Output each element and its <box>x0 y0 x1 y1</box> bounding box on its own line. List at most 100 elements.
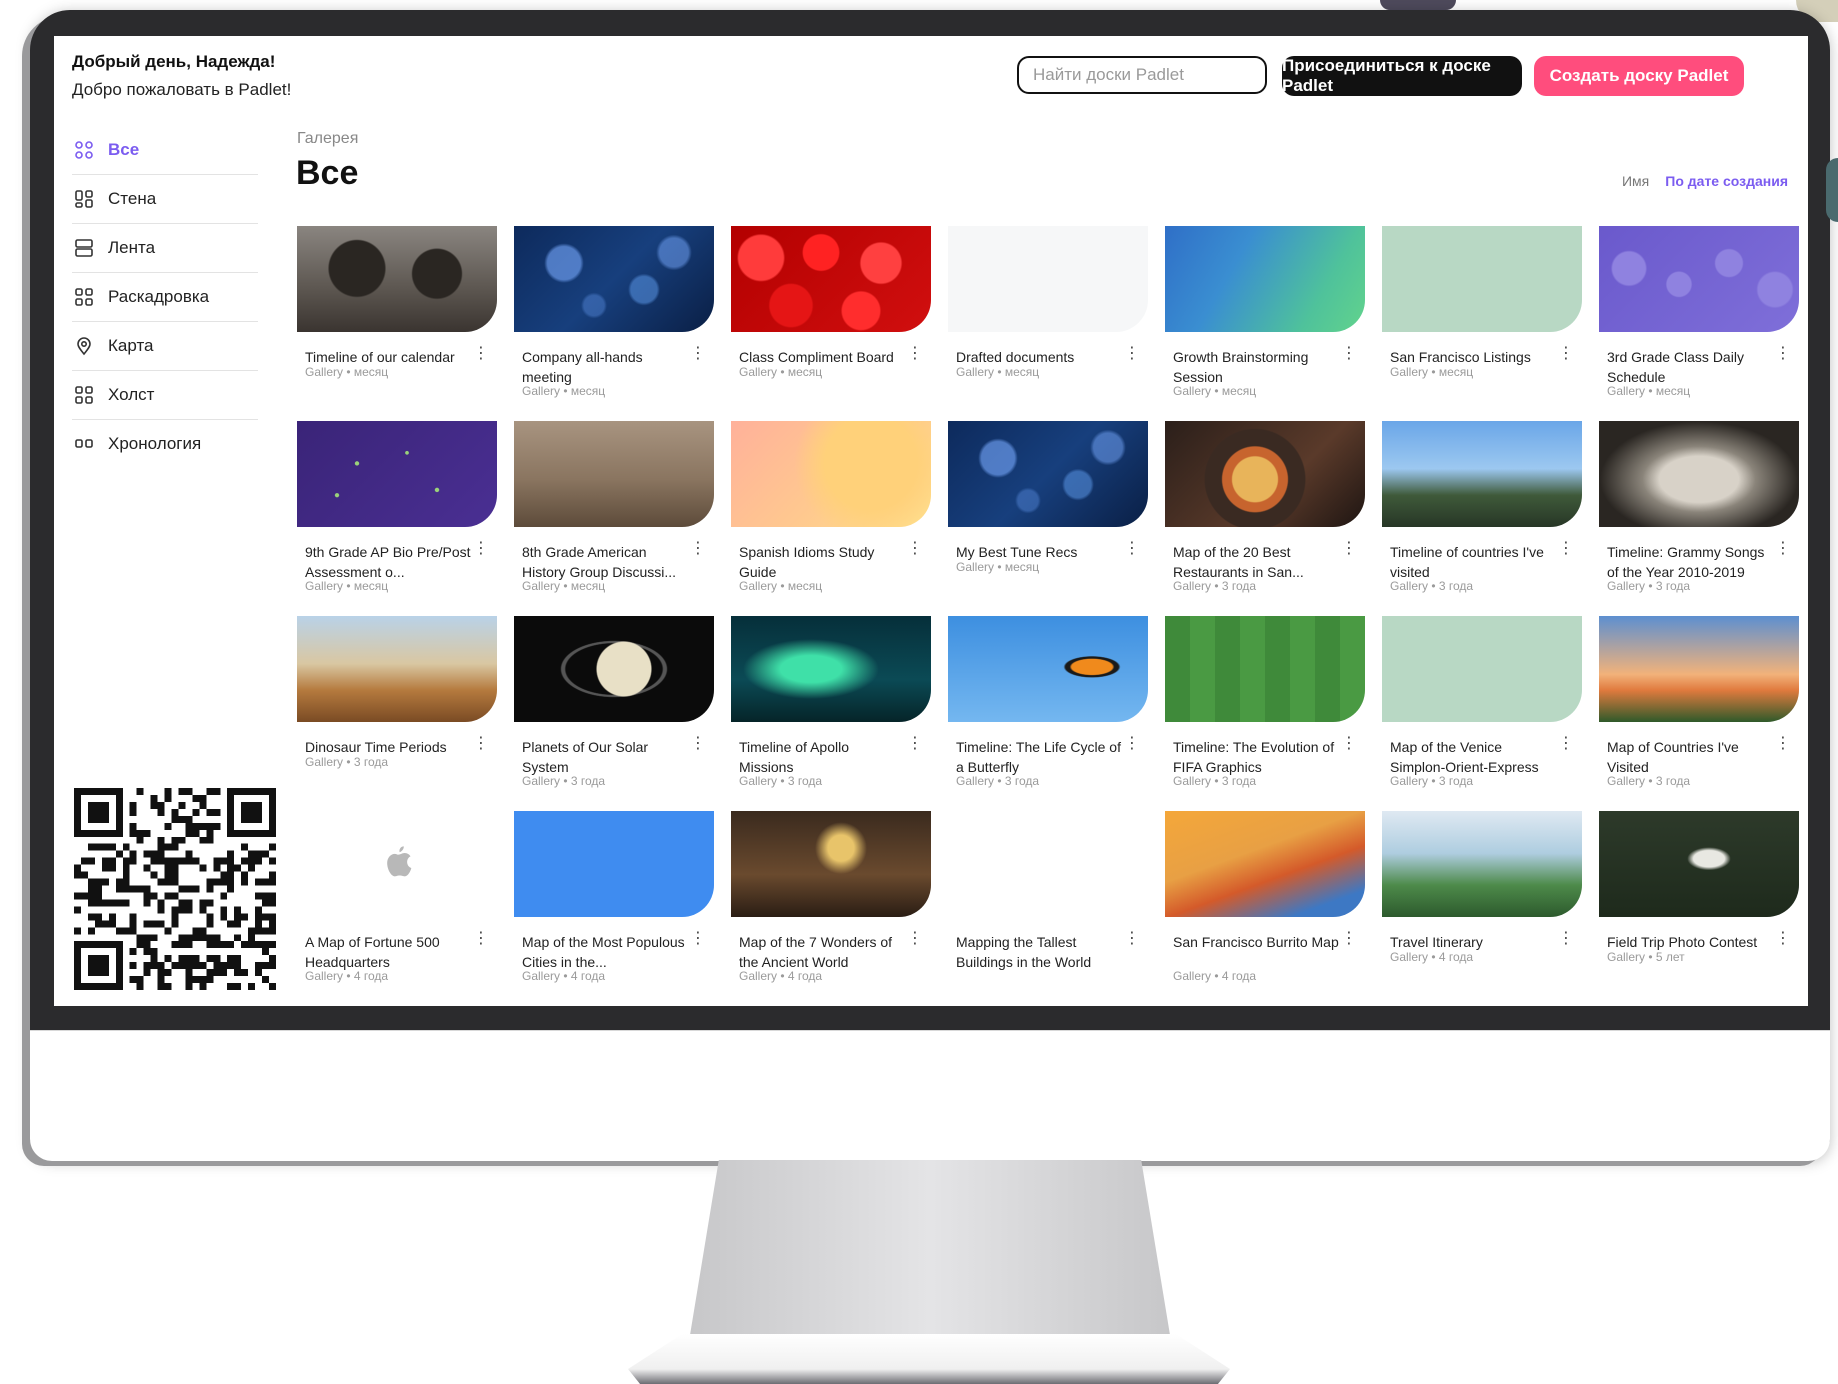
padlet-card[interactable]: Map of the 20 Best Restaurants in San...… <box>1165 421 1365 616</box>
padlet-card[interactable]: Timeline of countries I've visited Galler… <box>1382 421 1582 616</box>
padlet-title: A Map of Fortune 500 Headquarters <box>305 934 440 970</box>
padlet-thumbnail[interactable] <box>1165 421 1365 527</box>
padlet-thumbnail[interactable] <box>1599 616 1799 722</box>
padlet-thumbnail[interactable] <box>1165 616 1365 722</box>
padlet-thumbnail[interactable] <box>514 616 714 722</box>
more-options-icon[interactable]: ⋮ <box>1775 736 1791 752</box>
sidebar: Все Стена Лента Раскадровка Карта Холст … <box>72 126 258 468</box>
padlet-thumbnail[interactable] <box>948 811 1148 917</box>
padlet-card[interactable]: Dinosaur Time Periods Gallery • 3 года ⋮ <box>297 616 497 811</box>
sidebar-item-wall[interactable]: Стена <box>72 175 258 224</box>
more-options-icon[interactable]: ⋮ <box>907 541 923 557</box>
padlet-thumbnail[interactable] <box>948 226 1148 332</box>
more-options-icon[interactable]: ⋮ <box>1124 931 1140 947</box>
more-options-icon[interactable]: ⋮ <box>473 736 489 752</box>
padlet-thumbnail[interactable] <box>514 421 714 527</box>
more-options-icon[interactable]: ⋮ <box>907 931 923 947</box>
more-options-icon[interactable]: ⋮ <box>907 346 923 362</box>
more-options-icon[interactable]: ⋮ <box>473 931 489 947</box>
padlet-thumbnail[interactable] <box>297 616 497 722</box>
more-options-icon[interactable]: ⋮ <box>907 736 923 752</box>
sort-by-name[interactable]: Имя <box>1622 173 1649 189</box>
sidebar-item-all[interactable]: Все <box>72 126 258 175</box>
padlet-thumbnail[interactable] <box>297 226 497 332</box>
padlet-card[interactable]: Map of the Venice Simplon-Orient-Express… <box>1382 616 1582 811</box>
search-input[interactable] <box>1017 56 1267 94</box>
more-options-icon[interactable]: ⋮ <box>690 931 706 947</box>
padlet-thumbnail[interactable] <box>1382 421 1582 527</box>
sort-by-date[interactable]: По дате создания <box>1665 173 1788 189</box>
create-padlet-button[interactable]: Создать доску Padlet <box>1534 56 1744 96</box>
padlet-card[interactable]: Map of the 7 Wonders of the Ancient Worl… <box>731 811 931 1006</box>
padlet-card[interactable]: Company all-hands meeting Gallery • месяц… <box>514 226 714 421</box>
sidebar-item-timeline[interactable]: Хронология <box>72 420 258 468</box>
padlet-card[interactable]: Planets of Our Solar System Gallery • 3 г… <box>514 616 714 811</box>
more-options-icon[interactable]: ⋮ <box>1775 541 1791 557</box>
join-padlet-button[interactable]: Присоединиться к доске Padlet <box>1282 56 1522 96</box>
padlet-card[interactable]: 9th Grade AP Bio Pre/Post Assessment o..… <box>297 421 497 616</box>
more-options-icon[interactable]: ⋮ <box>1341 541 1357 557</box>
padlet-thumbnail[interactable] <box>297 421 497 527</box>
more-options-icon[interactable]: ⋮ <box>1558 346 1574 362</box>
sidebar-item-storyboard[interactable]: Раскадровка <box>72 273 258 322</box>
padlet-card[interactable]: Growth Brainstorming Session Gallery • ме… <box>1165 226 1365 421</box>
padlet-meta: Gallery • месяц <box>305 365 389 379</box>
padlet-thumbnail[interactable] <box>1382 616 1582 722</box>
padlet-card[interactable]: Drafted documents Gallery • месяц ⋮ <box>948 226 1148 421</box>
padlet-card[interactable]: San Francisco Listings Gallery • месяц ⋮ <box>1382 226 1582 421</box>
padlet-thumbnail[interactable] <box>1599 811 1799 917</box>
padlet-card[interactable]: 3rd Grade Class Daily Schedule Gallery • … <box>1599 226 1799 421</box>
more-options-icon[interactable]: ⋮ <box>1341 346 1357 362</box>
padlet-card[interactable]: Map of the Most Populous Cities in the..… <box>514 811 714 1006</box>
padlet-thumbnail[interactable] <box>1599 421 1799 527</box>
more-options-icon[interactable]: ⋮ <box>1775 931 1791 947</box>
padlet-thumbnail[interactable] <box>514 811 714 917</box>
padlet-card[interactable]: Timeline: The Evolution of FIFA Graphics… <box>1165 616 1365 811</box>
more-options-icon[interactable]: ⋮ <box>1124 541 1140 557</box>
sidebar-item-stream[interactable]: Лента <box>72 224 258 273</box>
padlet-card[interactable]: San Francisco Burrito Map Gallery • 4 год… <box>1165 811 1365 1006</box>
padlet-card[interactable]: Timeline of Apollo Missions Gallery • 3 г… <box>731 616 931 811</box>
padlet-card[interactable]: Timeline: The Life Cycle of a Butterfly G… <box>948 616 1148 811</box>
padlet-thumbnail[interactable] <box>1599 226 1799 332</box>
padlet-card[interactable]: Spanish Idioms Study Guide Gallery • меся… <box>731 421 931 616</box>
padlet-thumbnail[interactable] <box>948 421 1148 527</box>
more-options-icon[interactable]: ⋮ <box>690 541 706 557</box>
more-options-icon[interactable]: ⋮ <box>1341 736 1357 752</box>
more-options-icon[interactable]: ⋮ <box>1558 736 1574 752</box>
padlet-thumbnail[interactable] <box>1382 226 1582 332</box>
padlet-thumbnail[interactable] <box>731 226 931 332</box>
padlet-card[interactable]: Mapping the Tallest Buildings in the Wor… <box>948 811 1148 1006</box>
sidebar-item-map[interactable]: Карта <box>72 322 258 371</box>
padlet-thumbnail[interactable] <box>731 616 931 722</box>
padlet-thumbnail[interactable] <box>731 421 931 527</box>
padlet-card[interactable]: Map of Countries I've Visited Gallery • 3… <box>1599 616 1799 811</box>
padlet-thumbnail[interactable] <box>948 616 1148 722</box>
padlet-meta: Gallery • 4 года <box>739 969 823 983</box>
padlet-thumbnail[interactable] <box>731 811 931 917</box>
padlet-card[interactable]: Field Trip Photo Contest Gallery • 5 лет ⋮ <box>1599 811 1799 1006</box>
padlet-thumbnail[interactable] <box>1165 811 1365 917</box>
padlet-card[interactable]: Travel Itinerary Gallery • 4 года ⋮ <box>1382 811 1582 1006</box>
padlet-card[interactable]: A Map of Fortune 500 Headquarters Gallery… <box>297 811 497 1006</box>
more-options-icon[interactable]: ⋮ <box>1558 541 1574 557</box>
padlet-card[interactable]: Class Compliment Board Gallery • месяц ⋮ <box>731 226 931 421</box>
padlet-thumbnail[interactable] <box>1165 226 1365 332</box>
padlet-card[interactable]: Timeline of our calendar Gallery • месяц ⋮ <box>297 226 497 421</box>
padlet-thumbnail[interactable] <box>297 811 497 917</box>
more-options-icon[interactable]: ⋮ <box>473 346 489 362</box>
more-options-icon[interactable]: ⋮ <box>1124 346 1140 362</box>
more-options-icon[interactable]: ⋮ <box>690 736 706 752</box>
padlet-thumbnail[interactable] <box>1382 811 1582 917</box>
padlet-card[interactable]: Timeline: Grammy Songs of the Year 2010-… <box>1599 421 1799 616</box>
padlet-thumbnail[interactable] <box>514 226 714 332</box>
padlet-card[interactable]: 8th Grade American History Group Discuss… <box>514 421 714 616</box>
more-options-icon[interactable]: ⋮ <box>690 346 706 362</box>
more-options-icon[interactable]: ⋮ <box>1558 931 1574 947</box>
more-options-icon[interactable]: ⋮ <box>1775 346 1791 362</box>
sidebar-item-canvas[interactable]: Холст <box>72 371 258 420</box>
padlet-card[interactable]: My Best Tune Recs Gallery • месяц ⋮ <box>948 421 1148 616</box>
more-options-icon[interactable]: ⋮ <box>1341 931 1357 947</box>
more-options-icon[interactable]: ⋮ <box>1124 736 1140 752</box>
more-options-icon[interactable]: ⋮ <box>473 541 489 557</box>
